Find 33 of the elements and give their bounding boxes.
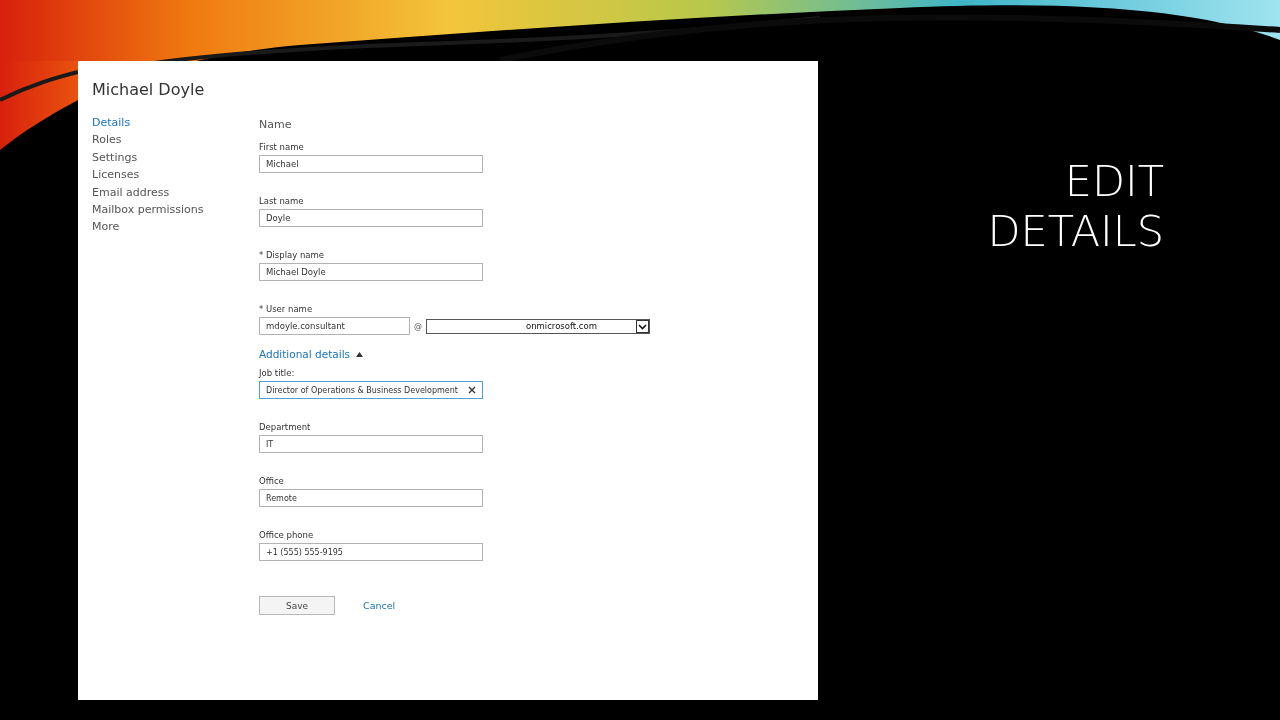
nav-item[interactable]: Roles (92, 131, 259, 149)
field-label: * Display name (259, 249, 326, 262)
nav-item[interactable]: Email address (92, 183, 259, 202)
input-field[interactable]: mdoyle.consultant (259, 317, 410, 335)
at-sign: @ (414, 321, 422, 331)
user-name-title: Michael Doyle (92, 80, 206, 101)
input-field[interactable]: Director of Operations & Business Development (259, 381, 483, 399)
save-button[interactable]: Save (259, 596, 335, 615)
field-label: Job title: (259, 367, 296, 380)
close-icon[interactable] (468, 386, 476, 394)
input-field[interactable]: Doyle (259, 209, 483, 227)
nav-item[interactable]: Mailbox permissions (92, 201, 259, 219)
nav-item[interactable]: Details (92, 114, 259, 132)
nav-item[interactable]: Licenses (92, 166, 259, 184)
field-label: Office (259, 475, 285, 488)
cancel-link[interactable]: Cancel (363, 600, 396, 611)
field-label: Last name (259, 195, 305, 208)
field-label: * User name (259, 303, 314, 316)
input-field[interactable]: Michael Doyle (259, 263, 483, 281)
additional-details-link[interactable]: Additional details (259, 348, 351, 360)
input-field[interactable]: +1 (555) 555-9195 (259, 543, 483, 561)
section-heading: Name (259, 117, 293, 133)
slide-title: EDIT DETAILS (986, 156, 1164, 256)
input-field[interactable]: Remote (259, 489, 483, 507)
nav-item[interactable]: More (92, 218, 259, 236)
chevron-down-icon (636, 319, 649, 333)
field-label: First name (259, 141, 305, 154)
domain-dropdown[interactable]: onmicrosoft.com (426, 318, 650, 334)
field-label: Department (259, 421, 312, 434)
input-field[interactable]: Michael (259, 155, 483, 173)
nav-item[interactable]: Settings (92, 148, 259, 167)
field-label: Office phone (259, 529, 315, 542)
input-field[interactable]: IT (259, 435, 483, 453)
